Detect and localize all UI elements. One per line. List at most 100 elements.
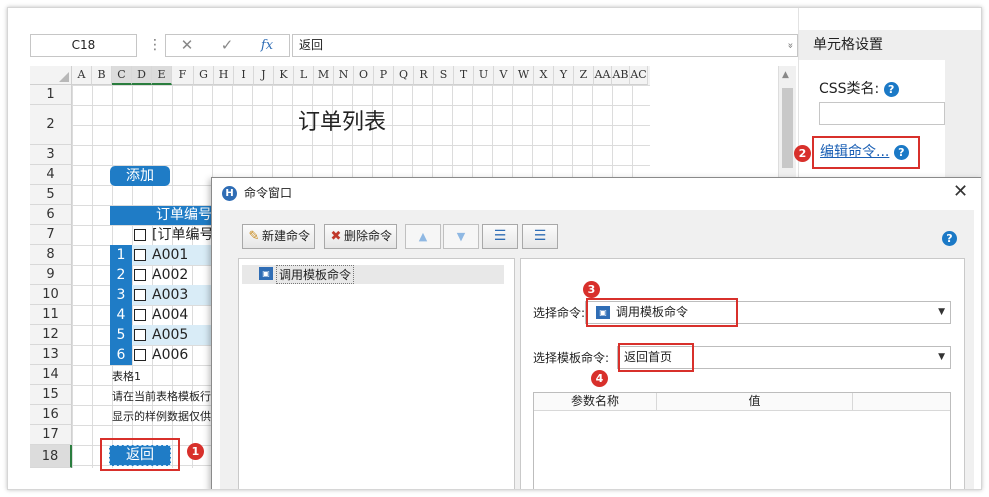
step-badge-3: 3 <box>583 281 600 298</box>
column-header-cell[interactable]: Z <box>574 66 594 85</box>
row-header-cell[interactable]: 9 <box>30 265 72 285</box>
cancel-icon[interactable]: ✕ <box>170 35 204 56</box>
move-down-button[interactable]: ▼ <box>443 224 479 249</box>
confirm-icon[interactable]: ✓ <box>210 35 244 56</box>
table-row[interactable]: 1 A001 <box>110 245 220 265</box>
close-icon[interactable]: ✕ <box>953 181 968 203</box>
row-header-cell[interactable]: 15 <box>30 385 72 405</box>
column-header-cell[interactable]: I <box>234 66 254 85</box>
row-header-cell[interactable]: 2 <box>30 105 72 145</box>
name-box[interactable]: C18 <box>30 34 137 57</box>
new-icon: ✎ <box>248 229 260 244</box>
column-header-cell[interactable]: G <box>194 66 214 85</box>
help-icon[interactable]: ? <box>942 231 957 246</box>
row-header-cell[interactable]: 14 <box>30 365 72 385</box>
column-header-cell[interactable]: O <box>354 66 374 85</box>
column-header-cell[interactable]: K <box>274 66 294 85</box>
help-icon[interactable]: ? <box>893 144 909 160</box>
help-icon[interactable]: ? <box>883 81 899 97</box>
table-row[interactable]: 2 A002 <box>110 265 220 285</box>
row-header-cell[interactable]: 13 <box>30 345 72 365</box>
command-dialog: H 命令窗口 ✕ ✎ 新建命令 ✖ 删除命令 ▲ ▼ ☰ ☰ ? ▣ 调用模板命令 <box>211 177 981 489</box>
select-command-value: 调用模板命令 <box>616 305 689 319</box>
select-template-dropdown[interactable]: 返回首页 ▼ <box>617 343 951 372</box>
edit-command-link[interactable]: 编辑命令... <box>820 144 889 160</box>
column-header-cell[interactable]: A <box>72 66 92 85</box>
column-header-cell[interactable]: V <box>494 66 514 85</box>
row-header-cell[interactable]: 16 <box>30 405 72 425</box>
scroll-thumb[interactable] <box>782 88 793 168</box>
css-class-input[interactable] <box>819 102 945 125</box>
row-header-cell[interactable]: 12 <box>30 325 72 345</box>
dropdown-arrow-icon[interactable]: ▼ <box>938 347 945 368</box>
row-header-cell[interactable]: 6 <box>30 205 72 225</box>
app-frame: C18 ⋮ ✕ ✓ fx 返回 » ABCDEFGHIJKLMNOPQRSTUV… <box>7 7 982 490</box>
formula-input[interactable]: 返回 » <box>292 34 798 57</box>
column-header-cell[interactable]: B <box>92 66 112 85</box>
function-icon[interactable]: fx <box>250 35 284 56</box>
column-header-cell[interactable]: L <box>294 66 314 85</box>
row-header-cell[interactable]: 10 <box>30 285 72 305</box>
row-header-cell[interactable]: 18 <box>30 445 72 468</box>
table-row[interactable]: 4 A004 <box>110 305 220 325</box>
row-checkbox[interactable] <box>134 309 146 321</box>
back-button[interactable]: 返回 <box>109 445 171 466</box>
table-row[interactable]: 6 A006 <box>110 345 220 365</box>
param-value-column[interactable]: 值 <box>657 393 853 411</box>
row-checkbox[interactable] <box>134 349 146 361</box>
column-header-cell[interactable]: AC <box>630 66 648 85</box>
command-tree[interactable]: ▣ 调用模板命令 <box>238 258 515 489</box>
indent-button[interactable]: ☰ <box>482 224 518 249</box>
formula-bar: C18 ⋮ ✕ ✓ fx 返回 » <box>8 8 798 64</box>
row-header-cell[interactable]: 8 <box>30 245 72 265</box>
table-row[interactable]: 5 A005 <box>110 325 220 345</box>
column-header-cell[interactable]: H <box>214 66 234 85</box>
column-header-cell[interactable]: R <box>414 66 434 85</box>
row-header-cell[interactable]: 1 <box>30 85 72 105</box>
step-badge-2: 2 <box>794 145 811 162</box>
row-checkbox[interactable] <box>134 329 146 341</box>
column-header-cell[interactable]: D <box>132 66 152 85</box>
column-header-cell[interactable]: AA <box>594 66 612 85</box>
outdent-button[interactable]: ☰ <box>522 224 558 249</box>
column-header-cell[interactable]: W <box>514 66 534 85</box>
column-header-cell[interactable]: Q <box>394 66 414 85</box>
column-header-cell[interactable]: T <box>454 66 474 85</box>
column-header-cell[interactable]: AB <box>612 66 630 85</box>
select-all-checkbox[interactable] <box>134 229 146 241</box>
parameter-table[interactable]: 参数名称 值 <box>533 392 951 489</box>
table-row[interactable]: 3 A003 <box>110 285 220 305</box>
column-header-cell[interactable]: C <box>112 66 132 85</box>
row-checkbox[interactable] <box>134 249 146 261</box>
column-header-cell[interactable]: M <box>314 66 334 85</box>
dropdown-arrow-icon[interactable]: ▼ <box>938 302 945 323</box>
row-header-cell[interactable]: 3 <box>30 145 72 165</box>
step-badge-4: 4 <box>591 370 608 387</box>
column-header-cell[interactable]: U <box>474 66 494 85</box>
column-header-cell[interactable]: X <box>534 66 554 85</box>
column-header-cell[interactable]: S <box>434 66 454 85</box>
select-command-dropdown[interactable]: ▣ 调用模板命令 ▼ <box>585 298 951 327</box>
column-header-cell[interactable]: F <box>172 66 194 85</box>
row-checkbox[interactable] <box>134 269 146 281</box>
delete-command-button[interactable]: ✖ 删除命令 <box>324 224 398 249</box>
select-all-corner[interactable] <box>30 66 72 85</box>
tree-item[interactable]: ▣ 调用模板命令 <box>242 265 504 284</box>
column-header-cell[interactable]: Y <box>554 66 574 85</box>
column-header-cell[interactable]: J <box>254 66 274 85</box>
row-header-cell[interactable]: 7 <box>30 225 72 245</box>
row-header-cell[interactable]: 11 <box>30 305 72 325</box>
sheet-title: 订单列表 <box>298 110 387 135</box>
add-button[interactable]: 添加 <box>110 166 170 186</box>
column-header-cell[interactable]: P <box>374 66 394 85</box>
column-header-cell[interactable]: E <box>152 66 172 85</box>
row-header-cell[interactable]: 5 <box>30 185 72 205</box>
move-up-button[interactable]: ▲ <box>405 224 441 249</box>
row-checkbox[interactable] <box>134 289 146 301</box>
column-header-cell[interactable]: N <box>334 66 354 85</box>
row-header-cell[interactable]: 17 <box>30 425 72 445</box>
param-name-column[interactable]: 参数名称 <box>534 393 657 411</box>
row-header-cell[interactable]: 4 <box>30 165 72 185</box>
scroll-up-icon[interactable]: ▲ <box>782 70 789 80</box>
new-command-button[interactable]: ✎ 新建命令 <box>242 224 316 249</box>
